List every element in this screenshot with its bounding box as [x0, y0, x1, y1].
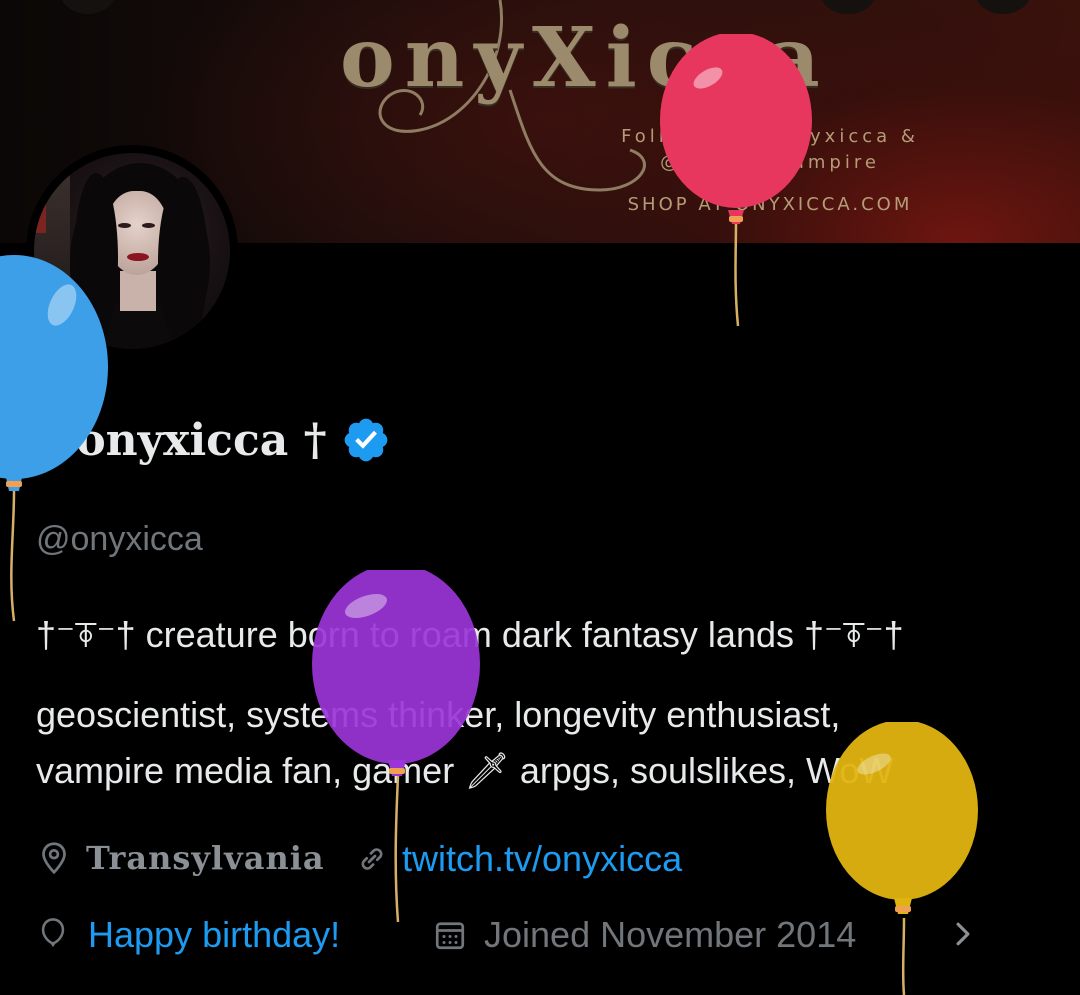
birthday-item[interactable]: Happy birthday!	[36, 914, 340, 956]
banner-overlay-button	[975, 0, 1031, 14]
purple-balloon	[312, 570, 480, 923]
blue-balloon	[0, 255, 108, 622]
location-text: Transylvania	[86, 839, 325, 877]
location-pin-icon	[42, 842, 66, 875]
red-balloon	[660, 34, 812, 327]
birthday-text[interactable]: Happy birthday!	[88, 914, 340, 956]
banner-overlay-button	[60, 0, 116, 14]
joined-item: Joined November 2014	[432, 914, 856, 956]
balloon-icon	[41, 918, 65, 948]
joined-date: Joined November 2014	[484, 914, 857, 955]
verified-badge-icon[interactable]	[341, 415, 391, 465]
yellow-balloon	[826, 722, 978, 995]
location-item: Transylvania	[36, 838, 325, 878]
